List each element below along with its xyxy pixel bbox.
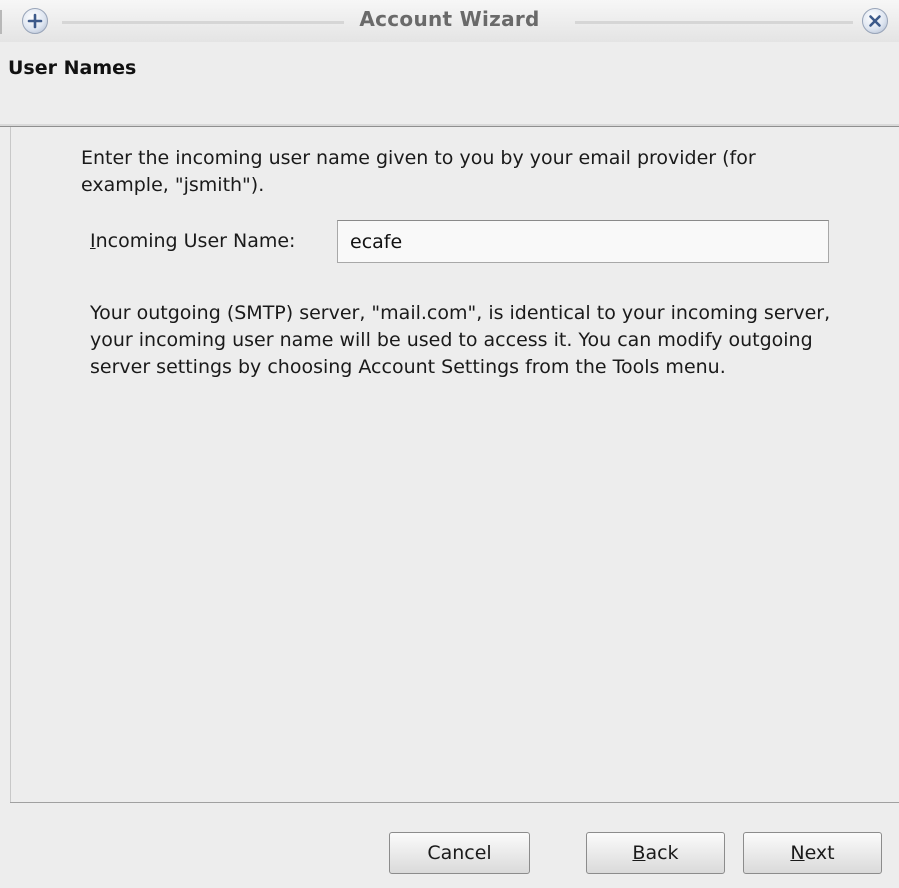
next-label: ext [804,842,835,864]
footer-divider [10,802,899,803]
intro-text: Enter the incoming user name given to yo… [81,147,756,196]
back-label: ack [645,842,679,864]
title-bar[interactable]: Account Wizard [0,0,899,42]
page-title: User Names [8,57,137,79]
incoming-user-name-input[interactable] [337,220,829,263]
header-divider [0,124,899,126]
content-left-border [10,127,11,888]
add-icon[interactable] [22,8,48,34]
next-button[interactable]: Next [743,832,882,874]
back-mnemonic: B [632,842,646,864]
wizard-page-header: User Names [0,42,899,127]
close-icon[interactable] [862,8,888,34]
incoming-user-name-label: Incoming User Name: [90,230,295,252]
next-mnemonic: N [790,842,805,864]
back-button[interactable]: Back [586,832,725,874]
outgoing-server-info: Your outgoing (SMTP) server, "mail.com",… [90,302,831,378]
account-wizard-window: Account Wizard User Names Enter the inco… [0,0,899,888]
window-title: Account Wizard [359,7,540,31]
cancel-button[interactable]: Cancel [389,832,530,874]
label-text: ncoming User Name: [95,230,296,252]
